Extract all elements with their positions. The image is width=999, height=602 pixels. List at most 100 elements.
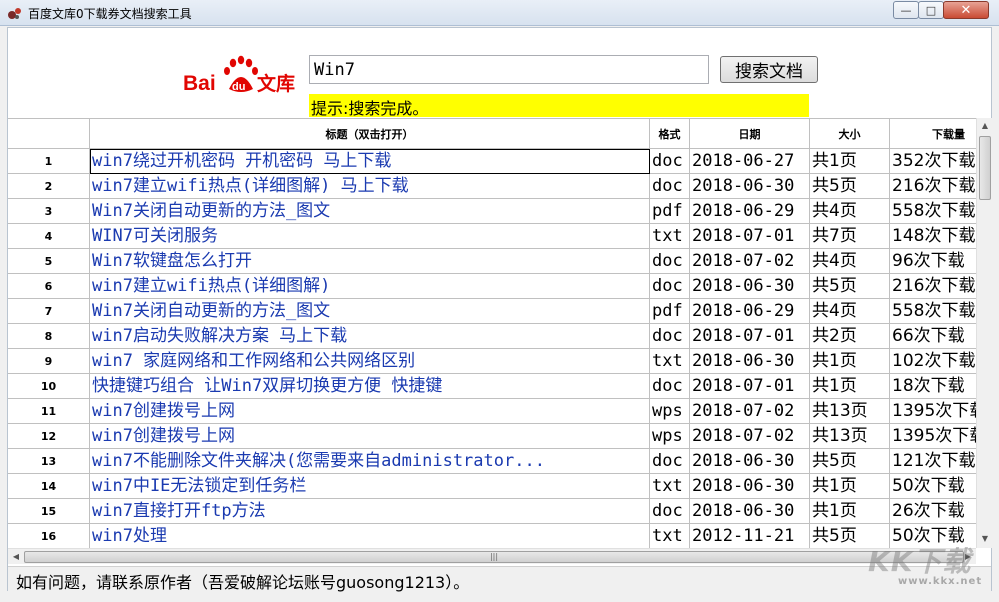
downloads-cell: 1395次下载 (890, 424, 976, 449)
downloads-cell: 96次下载 (890, 249, 976, 274)
date-cell: 2018-07-01 (690, 324, 810, 349)
downloads-cell: 352次下载 (890, 149, 976, 174)
grid-header: 标题（双击打开） 格式 日期 大小 下载量 (8, 118, 976, 149)
format-cell: txt (650, 474, 690, 499)
results-grid[interactable]: 标题（双击打开） 格式 日期 大小 下载量 1win7绕过开机密码 开机密码 马… (8, 118, 976, 548)
table-row[interactable]: 2win7建立wifi热点(详细图解) 马上下载doc2018-06-30共5页… (8, 174, 976, 199)
column-header-format[interactable]: 格式 (650, 118, 690, 149)
table-row[interactable]: 6win7建立wifi热点(详细图解)doc2018-06-30共5页216次下… (8, 274, 976, 299)
format-cell: txt (650, 349, 690, 374)
document-title-link[interactable]: win7直接打开ftp方法 (90, 499, 650, 524)
table-row[interactable]: 5Win7软键盘怎么打开doc2018-07-02共4页96次下载 (8, 249, 976, 274)
search-input[interactable] (309, 55, 709, 84)
size-cell: 共5页 (810, 274, 890, 299)
format-cell: txt (650, 224, 690, 249)
table-row[interactable]: 14win7中IE无法锁定到任务栏txt2018-06-30共1页50次下载 (8, 474, 976, 499)
scroll-left-icon[interactable]: ◀ (8, 552, 24, 561)
downloads-cell: 26次下载 (890, 499, 976, 524)
size-cell: 共13页 (810, 399, 890, 424)
downloads-cell: 216次下载 (890, 274, 976, 299)
logo-text-bai: Bai (183, 72, 216, 95)
watermark: KK下载 www.kkx.net (868, 540, 992, 596)
format-cell: doc (650, 174, 690, 199)
horizontal-scroll-thumb[interactable]: ||| (24, 551, 964, 563)
format-cell: doc (650, 449, 690, 474)
minimize-button[interactable]: — (893, 1, 919, 19)
size-cell: 共1页 (810, 374, 890, 399)
format-cell: doc (650, 374, 690, 399)
row-number: 13 (8, 449, 90, 474)
document-title-link[interactable]: Win7关闭自动更新的方法_图文 (90, 199, 650, 224)
table-row[interactable]: 3Win7关闭自动更新的方法_图文pdf2018-06-29共4页558次下载 (8, 199, 976, 224)
downloads-cell: 18次下载 (890, 374, 976, 399)
table-row[interactable]: 15win7直接打开ftp方法doc2018-06-30共1页26次下载 (8, 499, 976, 524)
column-header-size[interactable]: 大小 (810, 118, 890, 149)
document-title-link[interactable]: win7 家庭网络和工作网络和公共网络区别 (90, 349, 650, 374)
table-row[interactable]: 11win7创建拨号上网wps2018-07-02共13页1395次下载 (8, 399, 976, 424)
downloads-cell: 558次下载 (890, 199, 976, 224)
downloads-cell: 148次下载 (890, 224, 976, 249)
date-cell: 2018-06-30 (690, 449, 810, 474)
document-title-link[interactable]: win7中IE无法锁定到任务栏 (90, 474, 650, 499)
table-row[interactable]: 7Win7关闭自动更新的方法_图文pdf2018-06-29共4页558次下载 (8, 299, 976, 324)
table-row[interactable]: 13win7不能删除文件夹解决(您需要来自administrator...doc… (8, 449, 976, 474)
column-header-title[interactable]: 标题（双击打开） (90, 118, 650, 149)
date-cell: 2018-07-02 (690, 249, 810, 274)
table-row[interactable]: 12win7创建拨号上网wps2018-07-02共13页1395次下载 (8, 424, 976, 449)
downloads-cell: 66次下载 (890, 324, 976, 349)
table-row[interactable]: 16win7处理txt2012-11-21共5页50次下载 (8, 524, 976, 548)
horizontal-scrollbar[interactable]: ◀ ||| ▶ (8, 548, 976, 564)
row-number: 2 (8, 174, 90, 199)
format-cell: doc (650, 249, 690, 274)
document-title-link[interactable]: Win7软键盘怎么打开 (90, 249, 650, 274)
document-title-link[interactable]: win7创建拨号上网 (90, 424, 650, 449)
date-cell: 2018-07-01 (690, 374, 810, 399)
document-title-link[interactable]: 快捷键巧组合 让Win7双屏切换更方便 快捷键 (90, 374, 650, 399)
column-header-downloads[interactable]: 下载量 (890, 118, 976, 149)
vertical-scrollbar[interactable]: ▲ ▼ (976, 118, 992, 548)
document-title-link[interactable]: win7创建拨号上网 (90, 399, 650, 424)
watermark-text: KK下载 (868, 545, 971, 578)
size-cell: 共4页 (810, 249, 890, 274)
window-title: 百度文库0下载券文档搜索工具 (28, 5, 192, 22)
size-cell: 共1页 (810, 499, 890, 524)
row-number: 3 (8, 199, 90, 224)
table-row[interactable]: 8win7启动失败解决方案 马上下载doc2018-07-01共2页66次下载 (8, 324, 976, 349)
downloads-cell: 102次下载 (890, 349, 976, 374)
date-cell: 2018-07-02 (690, 424, 810, 449)
baidu-wenku-logo: Bai du 文库 (183, 55, 303, 99)
scroll-up-icon[interactable]: ▲ (977, 121, 993, 130)
document-title-link[interactable]: win7处理 (90, 524, 650, 548)
status-bar: 如有问题，请联系原作者（吾爱破解论坛账号guosong1213）。 (8, 566, 991, 591)
document-title-link[interactable]: win7建立wifi热点(详细图解) 马上下载 (90, 174, 650, 199)
column-header-num[interactable] (8, 118, 90, 149)
date-cell: 2012-11-21 (690, 524, 810, 548)
table-row[interactable]: 9win7 家庭网络和工作网络和公共网络区别txt2018-06-30共1页10… (8, 349, 976, 374)
table-row[interactable]: 1win7绕过开机密码 开机密码 马上下载doc2018-06-27共1页352… (8, 149, 976, 174)
table-row[interactable]: 4WIN7可关闭服务txt2018-07-01共7页148次下载 (8, 224, 976, 249)
document-title-link[interactable]: Win7关闭自动更新的方法_图文 (90, 299, 650, 324)
vertical-scroll-thumb[interactable] (979, 136, 991, 200)
column-header-date[interactable]: 日期 (690, 118, 810, 149)
document-title-link[interactable]: WIN7可关闭服务 (90, 224, 650, 249)
date-cell: 2018-07-02 (690, 399, 810, 424)
row-number: 15 (8, 499, 90, 524)
format-cell: pdf (650, 299, 690, 324)
row-number: 6 (8, 274, 90, 299)
size-cell: 共1页 (810, 149, 890, 174)
document-title-link[interactable]: win7不能删除文件夹解决(您需要来自administrator... (90, 449, 650, 474)
document-title-link[interactable]: win7绕过开机密码 开机密码 马上下载 (90, 149, 650, 174)
maximize-button[interactable]: □ (918, 1, 944, 19)
row-number: 10 (8, 374, 90, 399)
title-bar: 百度文库0下载券文档搜索工具 — □ ✕ (0, 0, 999, 26)
minimize-icon: — (901, 4, 912, 17)
close-button[interactable]: ✕ (943, 1, 989, 19)
table-row[interactable]: 10快捷键巧组合 让Win7双屏切换更方便 快捷键doc2018-07-01共1… (8, 374, 976, 399)
search-button[interactable]: 搜索文档 (720, 56, 818, 83)
date-cell: 2018-06-30 (690, 274, 810, 299)
document-title-link[interactable]: win7建立wifi热点(详细图解) (90, 274, 650, 299)
format-cell: doc (650, 499, 690, 524)
document-title-link[interactable]: win7启动失败解决方案 马上下载 (90, 324, 650, 349)
size-cell: 共13页 (810, 424, 890, 449)
logo-text-wenku: 文库 (257, 72, 295, 95)
